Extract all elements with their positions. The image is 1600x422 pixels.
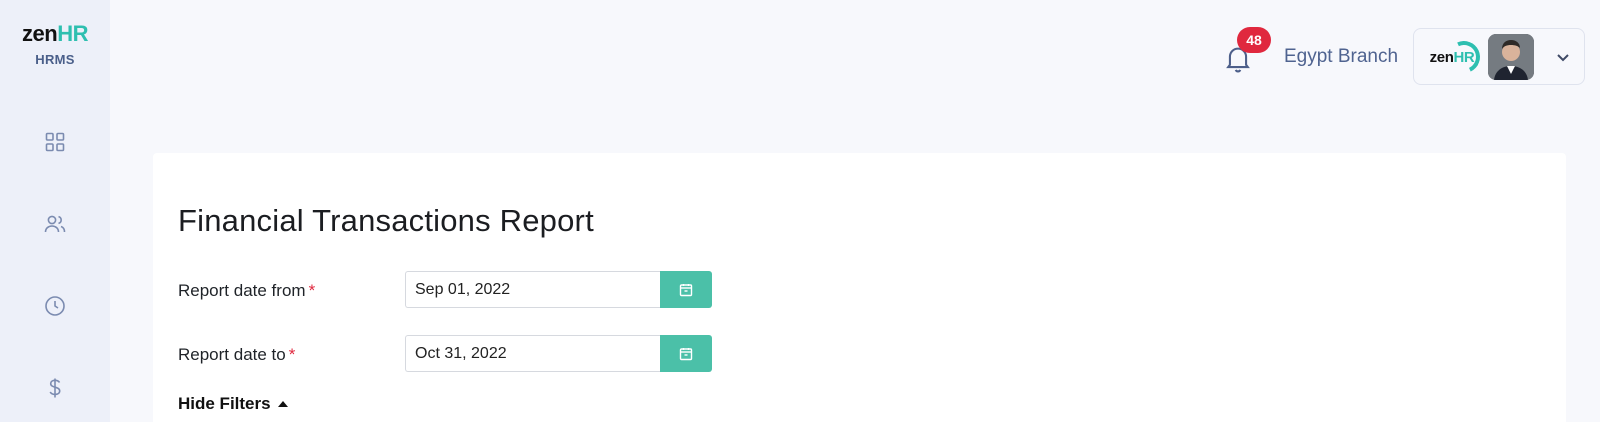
company-logo-wordmark: zenHR [1430,49,1475,66]
clock-icon[interactable] [41,292,69,320]
report-card [153,153,1566,422]
sidebar: zenHR HRMS [0,0,110,422]
required-mark: * [288,345,296,364]
avatar[interactable] [1488,34,1534,80]
caret-up-icon [277,401,288,407]
calendar-icon [679,347,693,360]
report-date-to-label-text: Report date to [178,345,286,364]
chevron-down-icon[interactable] [1555,49,1571,65]
required-mark: * [308,281,316,300]
dollar-icon[interactable] [41,374,69,402]
logo-wordmark: zenHR [0,22,110,46]
branch-name[interactable]: Egypt Branch [1284,46,1398,68]
report-date-to-calendar-button[interactable] [660,335,712,372]
report-date-from-input[interactable]: Sep 01, 2022 [405,271,661,308]
report-date-from-calendar-button[interactable] [660,271,712,308]
report-date-from-label-text: Report date from [178,281,306,300]
company-logo: zenHR [1426,36,1485,78]
calendar-icon [679,283,693,296]
company-logo-accent: HR [1453,48,1475,66]
logo-subtitle: HRMS [35,52,75,67]
hide-filters-label: Hide Filters [178,394,271,413]
logo-brand-main: zen [22,21,58,46]
report-date-to-label: Report date to * [178,345,295,365]
people-icon[interactable] [41,210,69,238]
logo-brand-accent: HR [57,21,88,46]
report-date-from-label: Report date from * [178,281,315,301]
company-logo-main: zen [1429,48,1454,66]
notifications-count-badge[interactable]: 48 [1237,27,1271,53]
report-date-to-input[interactable]: Oct 31, 2022 [405,335,661,372]
user-menu[interactable]: zenHR [1413,28,1585,85]
hide-filters-toggle[interactable]: Hide Filters [178,394,288,414]
page-title: Financial Transactions Report [178,203,594,238]
dashboard-grid-icon[interactable] [41,128,69,156]
app-logo[interactable]: zenHR HRMS [0,22,110,68]
